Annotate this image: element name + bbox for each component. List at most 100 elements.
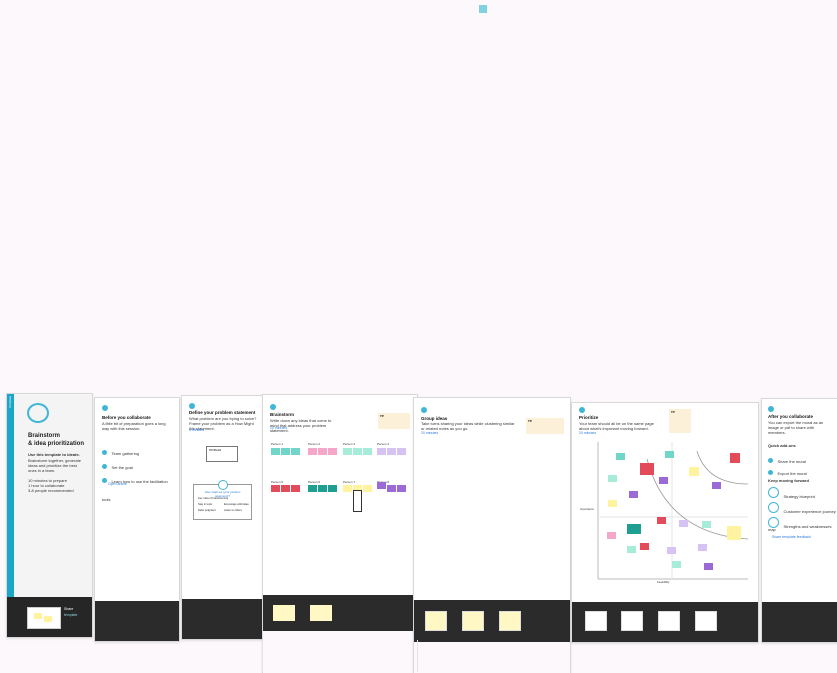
step3-group-label: Person 3 — [343, 442, 356, 446]
sticky-note[interactable] — [679, 520, 688, 527]
footer-thumb — [499, 611, 521, 631]
sticky-note[interactable] — [397, 448, 406, 455]
sticky-note[interactable] — [281, 448, 290, 455]
step1-text: A little bit of preparation goes a long … — [102, 421, 166, 431]
step1-item-3: Learn how to use the facilitation tools — [102, 470, 172, 506]
step2-title: Define your problem statement — [189, 410, 256, 415]
sticky-note[interactable] — [608, 475, 617, 482]
template-circle-icon — [768, 502, 779, 513]
sticky-note[interactable] — [657, 517, 666, 524]
footer-thumb — [658, 611, 680, 631]
intro-circle-icon — [27, 403, 49, 423]
sticky-note[interactable] — [640, 543, 649, 550]
sticky-note[interactable] — [672, 561, 681, 568]
footer-sticky-thumb — [310, 605, 332, 621]
step2-card[interactable]: How might we (your problem statement)? K… — [193, 480, 252, 520]
intro-footer-sublabel: template — [64, 613, 78, 617]
sticky-note[interactable] — [281, 485, 290, 492]
sticky-note[interactable] — [318, 485, 327, 492]
sticky-note[interactable] — [629, 491, 638, 498]
sticky-note[interactable] — [271, 485, 280, 492]
sticky-note[interactable] — [607, 532, 616, 539]
step4-link[interactable]: 20 minutes — [421, 431, 438, 435]
sticky-note[interactable] — [318, 448, 327, 455]
intro-tag: Template — [8, 395, 12, 408]
sticky-note[interactable] — [397, 485, 406, 492]
sticky-note[interactable] — [291, 448, 300, 455]
sticky-note[interactable] — [343, 485, 352, 492]
footer-thumb — [621, 611, 643, 631]
matrix-curve — [696, 450, 749, 485]
sticky-note[interactable] — [363, 485, 372, 492]
sticky-note[interactable] — [343, 448, 352, 455]
sticky-note[interactable] — [377, 482, 386, 489]
sticky-note[interactable] — [387, 485, 396, 492]
step3-tip-label: TIP — [380, 415, 385, 418]
step6-title: After you collaborate — [768, 414, 814, 419]
sticky-note[interactable] — [308, 448, 317, 455]
sticky-note[interactable] — [704, 563, 713, 570]
sticky-note[interactable] — [727, 526, 741, 540]
step3-panel[interactable]: Brainstorm Write down any ideas that com… — [262, 394, 418, 673]
sticky-note[interactable] — [730, 453, 740, 463]
sticky-note[interactable] — [377, 448, 386, 455]
step2-problem-box[interactable]: PROBLEM — [206, 446, 238, 462]
text-cursor-box[interactable] — [353, 490, 362, 512]
step2-card-label: Defer judgment — [198, 509, 216, 512]
step2-link[interactable]: 5 minutes — [189, 428, 204, 432]
intro-meta-list: 10 minutes to prepare 1 hour to collabor… — [28, 478, 88, 493]
step3-title: Brainstorm — [270, 412, 295, 417]
sticky-note[interactable] — [665, 451, 674, 458]
step6-panel[interactable]: After you collaborate You can export the… — [761, 398, 837, 643]
sticky-note[interactable] — [659, 477, 668, 484]
step6-footer — [762, 602, 837, 642]
intro-footer-label: Share — [64, 607, 74, 611]
template-circle-icon — [768, 487, 779, 498]
sticky-note[interactable] — [387, 448, 396, 455]
footer-thumb — [425, 611, 447, 631]
intro-accent-bar — [7, 394, 14, 599]
step2-panel[interactable]: Define your problem statement What probl… — [181, 395, 265, 640]
check-icon — [102, 478, 107, 483]
step3-link[interactable]: 10 minutes — [270, 426, 287, 430]
sticky-note[interactable] — [627, 524, 641, 534]
sticky-note[interactable] — [308, 485, 317, 492]
step5-link[interactable]: 20 minutes — [579, 431, 596, 435]
step5-title: Prioritize — [579, 415, 599, 420]
step3-footer — [263, 595, 417, 631]
sticky-note[interactable] — [667, 547, 676, 554]
sticky-note[interactable] — [698, 544, 707, 551]
sticky-note[interactable] — [328, 485, 337, 492]
sticky-note[interactable] — [291, 485, 300, 492]
step4-number-icon — [421, 407, 427, 413]
sticky-note[interactable] — [608, 500, 617, 507]
step2-card-label: Key rules of brainstorming — [198, 497, 229, 500]
step5-panel[interactable]: Prioritize Your team should all be on th… — [571, 402, 759, 643]
step1-title: Before you collaborate — [102, 415, 151, 420]
sticky-note[interactable] — [616, 453, 625, 460]
footer-thumb — [695, 611, 717, 631]
step2-card-badge-icon — [218, 480, 228, 490]
intro-footer-sticky — [44, 616, 52, 622]
sticky-note[interactable] — [328, 448, 337, 455]
sticky-note[interactable] — [271, 448, 280, 455]
check-icon — [102, 450, 107, 455]
sticky-note[interactable] — [689, 467, 699, 476]
sticky-note[interactable] — [363, 448, 372, 455]
sticky-note[interactable] — [640, 463, 654, 475]
sticky-note[interactable] — [627, 546, 636, 553]
step6-next-item[interactable]: Strengths and weaknesses — [768, 515, 837, 533]
step1-footer — [95, 601, 179, 641]
step1-panel[interactable]: Before you collaborate A little bit of p… — [94, 397, 180, 642]
step1-number-icon — [102, 405, 108, 411]
sticky-note[interactable] — [712, 482, 721, 489]
step4-panel[interactable]: Group ideas Take turns sharing your idea… — [413, 397, 571, 673]
sticky-note[interactable] — [353, 448, 362, 455]
step4-text: Take turns sharing your ideas while clus… — [421, 421, 515, 431]
sticky-note[interactable] — [702, 521, 711, 528]
step1-link[interactable]: Open article — [108, 482, 127, 486]
intro-subtitle: Use this template to ideate. — [28, 452, 80, 457]
step2-card-label: Stay in topic — [198, 503, 213, 506]
step6-feedback-link[interactable]: Share template feedback — [772, 535, 811, 539]
intro-panel[interactable]: Template Brainstorm & idea prioritizatio… — [6, 393, 93, 638]
